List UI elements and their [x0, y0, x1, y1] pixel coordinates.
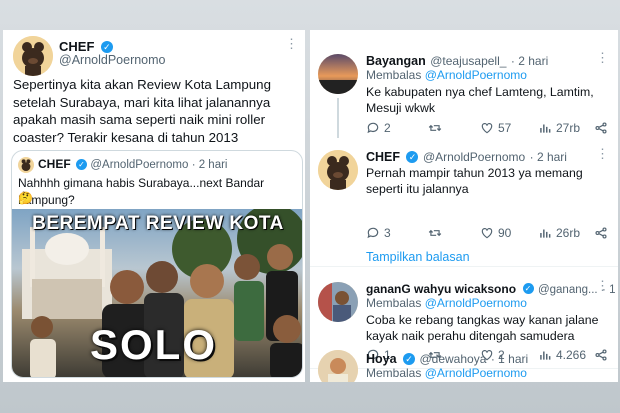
- like-count: 90: [498, 226, 512, 240]
- share-icon: [595, 227, 607, 239]
- reply-button[interactable]: 3: [366, 226, 428, 240]
- like-button[interactable]: 90: [480, 226, 538, 240]
- views-count: 27rb: [556, 121, 581, 135]
- verified-badge-icon: ✓: [522, 283, 534, 295]
- more-icon[interactable]: ⋮: [596, 146, 610, 162]
- share-button[interactable]: [594, 226, 608, 240]
- reply-to-handle[interactable]: @ArnoldPoernomo: [425, 68, 527, 82]
- author-handle[interactable]: @ArnoldPoernomo: [423, 150, 525, 164]
- screenshot-stage: CHEF ✓ @ArnoldPoernomo ⋮ Sepertinya kita…: [0, 0, 620, 413]
- like-button[interactable]: 57: [480, 121, 538, 135]
- reply-time[interactable]: · 2 hari: [530, 150, 567, 164]
- views-icon: [540, 229, 551, 238]
- thread-line: [337, 98, 339, 138]
- views-count: 26rb: [556, 226, 581, 240]
- author-name[interactable]: CHEF: [366, 150, 400, 164]
- verified-badge-icon: ✓: [406, 150, 419, 163]
- action-bar: 2 57 27rb: [366, 121, 610, 135]
- quoted-tweet-card[interactable]: CHEF ✓ @ArnoldPoernomo · 2 hari Nahhhh g…: [11, 150, 303, 378]
- divider: [310, 266, 618, 267]
- views-button[interactable]: 27rb: [538, 121, 594, 135]
- author-handle[interactable]: @ganang...: [538, 284, 598, 296]
- author-name[interactable]: Bayangan: [366, 54, 426, 68]
- like-icon: [481, 123, 493, 134]
- reply-item[interactable]: Hoya ✓ @dewahoya · 1 hari Membalas @Arno…: [310, 346, 618, 382]
- verified-badge-icon: ✓: [100, 40, 113, 53]
- show-replies-link[interactable]: Tampilkan balasan: [366, 250, 470, 264]
- thumbnail-big-text: SOLO: [90, 321, 218, 368]
- retweet-icon: [428, 229, 442, 237]
- verified-badge-icon: ✓: [76, 159, 88, 171]
- reply-count: 2: [384, 121, 391, 135]
- quoted-text: Nahhhh gimana habis Surabaya...next Band…: [18, 176, 265, 207]
- replying-label: Membalas: [366, 366, 422, 380]
- author-handle[interactable]: @teajusapell_: [430, 54, 506, 68]
- main-tweet-panel: CHEF ✓ @ArnoldPoernomo ⋮ Sepertinya kita…: [3, 30, 305, 382]
- bayangan-avatar[interactable]: [318, 54, 358, 94]
- retweet-icon: [428, 124, 442, 132]
- like-count: 57: [498, 121, 512, 135]
- hoya-avatar[interactable]: [318, 350, 358, 382]
- reply-text: Pernah mampir tahun 2013 ya memang seper…: [366, 166, 583, 196]
- views-button[interactable]: 26rb: [538, 226, 594, 240]
- quoted-avatar: [18, 157, 34, 173]
- ganang-avatar[interactable]: [318, 282, 358, 322]
- chef-avatar[interactable]: [318, 150, 358, 190]
- video-thumbnail[interactable]: BEREMPAT REVIEW KOTA SOLO: [12, 209, 302, 377]
- author-name[interactable]: CHEF: [59, 39, 94, 54]
- author-handle[interactable]: @ArnoldPoernomo: [59, 53, 166, 67]
- like-icon: [481, 228, 493, 239]
- share-icon: [595, 122, 607, 134]
- share-button[interactable]: [594, 121, 608, 135]
- chef-avatar[interactable]: [13, 36, 53, 76]
- quoted-author-handle: @ArnoldPoernomo: [90, 159, 189, 171]
- author-name[interactable]: Hoya: [366, 352, 397, 366]
- reply-count: 3: [384, 226, 391, 240]
- reply-to-handle[interactable]: @ArnoldPoernomo: [425, 366, 527, 380]
- reply-button[interactable]: 2: [366, 121, 428, 135]
- more-icon[interactable]: ⋮: [596, 278, 610, 294]
- reply-text: Ke kabupaten nya chef Lamteng, Lamtim, M…: [366, 85, 594, 115]
- author-name[interactable]: gananG wahyu wicaksono: [366, 282, 516, 296]
- verified-badge-icon: ✓: [403, 352, 416, 365]
- thinking-emoji: 🤔: [18, 191, 33, 205]
- retweet-button[interactable]: [428, 226, 480, 240]
- replies-panel: Bayangan @teajusapell_ · 2 hari ⋮ Membal…: [310, 30, 618, 382]
- replying-label: Membalas: [366, 296, 422, 310]
- more-icon[interactable]: ⋮: [596, 50, 610, 66]
- author-handle[interactable]: @dewahoya: [419, 352, 486, 366]
- tweet-text: Sepertinya kita akan Review Kota Lampung…: [13, 77, 271, 145]
- reply-text: Coba ke rebang tangkas way kanan jalane …: [366, 313, 599, 343]
- more-icon[interactable]: ⋮: [285, 36, 299, 52]
- action-bar: 3 90 26rb: [366, 226, 610, 240]
- reply-item[interactable]: Bayangan @teajusapell_ · 2 hari ⋮ Membal…: [310, 30, 618, 138]
- thumbnail-title: BEREMPAT REVIEW KOTA: [32, 213, 284, 234]
- replying-label: Membalas: [366, 68, 422, 82]
- quoted-author-name: CHEF: [38, 157, 71, 171]
- quoted-time: · 2 hari: [191, 159, 228, 171]
- reply-time[interactable]: · 2 hari: [511, 54, 548, 68]
- reply-time[interactable]: · 1 hari: [491, 352, 528, 366]
- retweet-button[interactable]: [428, 121, 480, 135]
- reply-item[interactable]: CHEF ✓ @ArnoldPoernomo · 2 hari ⋮ Pernah…: [310, 140, 618, 264]
- views-icon: [540, 124, 551, 133]
- reply-icon: [367, 122, 379, 134]
- reply-icon: [367, 227, 379, 239]
- reply-to-handle[interactable]: @ArnoldPoernomo: [425, 296, 527, 310]
